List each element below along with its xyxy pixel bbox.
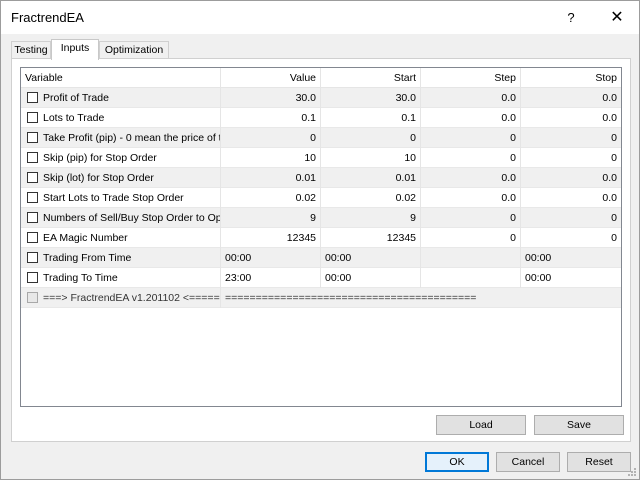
table-row[interactable]: Skip (lot) for Stop Order 0.01 0.01 0.0 … xyxy=(21,168,621,188)
cell-stop[interactable]: 0.0 xyxy=(521,88,621,108)
cell-stop[interactable]: 00:00 xyxy=(521,248,621,268)
table-row[interactable]: Start Lots to Trade Stop Order 0.02 0.02… xyxy=(21,188,621,208)
table-row[interactable]: Trading To Time 23:00 00:00 00:00 xyxy=(21,268,621,288)
cell-stop[interactable]: 00:00 xyxy=(521,268,621,288)
cell-value[interactable]: 12345 xyxy=(221,228,321,248)
close-icon: ✕ xyxy=(610,9,624,26)
cell-stop[interactable]: 0.0 xyxy=(521,188,621,208)
cell-step[interactable]: 0 xyxy=(421,148,521,168)
tab-testing[interactable]: Testing xyxy=(11,41,51,59)
load-button[interactable]: Load xyxy=(436,415,526,435)
cell-variable: Trading From Time xyxy=(21,248,221,268)
cell-stop[interactable]: 0 xyxy=(521,228,621,248)
window-title: FractrendEA xyxy=(11,10,84,25)
table-row[interactable]: Trading From Time 00:00 00:00 00:00 xyxy=(21,248,621,268)
table-row[interactable]: ===> FractrendEA v1.201102 <======... ==… xyxy=(21,288,621,308)
table-row[interactable]: Take Profit (pip) - 0 mean the price of … xyxy=(21,128,621,148)
resize-grip-icon[interactable] xyxy=(627,467,637,477)
cell-variable: Take Profit (pip) - 0 mean the price of … xyxy=(21,128,221,148)
header-step[interactable]: Step xyxy=(421,68,521,88)
cell-variable: Skip (pip) for Stop Order xyxy=(21,148,221,168)
cell-step[interactable]: 0 xyxy=(421,228,521,248)
cell-value[interactable]: 9 xyxy=(221,208,321,228)
cell-variable: ===> FractrendEA v1.201102 <======... xyxy=(21,288,221,308)
cell-variable: Lots to Trade xyxy=(21,108,221,128)
cell-value[interactable]: 23:00 xyxy=(221,268,321,288)
cell-stop[interactable]: 0 xyxy=(521,208,621,228)
cell-variable: Profit of Trade xyxy=(21,88,221,108)
cell-value[interactable]: 0.02 xyxy=(221,188,321,208)
table-row[interactable]: Profit of Trade 30.0 30.0 0.0 0.0 xyxy=(21,88,621,108)
tab-optimization[interactable]: Optimization xyxy=(99,41,169,59)
table-row[interactable]: Skip (pip) for Stop Order 10 10 0 0 xyxy=(21,148,621,168)
cell-start[interactable]: 10 xyxy=(321,148,421,168)
cell-start[interactable]: 30.0 xyxy=(321,88,421,108)
cell-step[interactable]: 0 xyxy=(421,128,521,148)
cell-start[interactable]: 00:00 xyxy=(321,248,421,268)
ok-button[interactable]: OK xyxy=(425,452,489,472)
cell-step[interactable] xyxy=(421,248,521,268)
header-start[interactable]: Start xyxy=(321,68,421,88)
cell-stop[interactable]: 0 xyxy=(521,128,621,148)
cell-value[interactable]: 10 xyxy=(221,148,321,168)
cell-value[interactable]: 0.1 xyxy=(221,108,321,128)
cell-value[interactable]: 0 xyxy=(221,128,321,148)
cell-variable: EA Magic Number xyxy=(21,228,221,248)
header-variable[interactable]: Variable xyxy=(21,68,221,88)
grid-header: Variable Value Start Step Stop xyxy=(21,68,621,88)
close-button[interactable]: ✕ xyxy=(595,1,639,34)
cell-variable: Start Lots to Trade Stop Order xyxy=(21,188,221,208)
dialog-window: FractrendEA ? ✕ Testing Inputs Optimizat… xyxy=(0,0,640,480)
cell-value[interactable]: 30.0 xyxy=(221,88,321,108)
help-button[interactable]: ? xyxy=(549,1,593,34)
reset-button[interactable]: Reset xyxy=(567,452,631,472)
cell-stop[interactable]: 0.0 xyxy=(521,108,621,128)
header-value[interactable]: Value xyxy=(221,68,321,88)
cell-step[interactable]: 0.0 xyxy=(421,188,521,208)
cell-start[interactable]: 9 xyxy=(321,208,421,228)
cell-start[interactable]: 12345 xyxy=(321,228,421,248)
inputs-panel: Variable Value Start Step Stop Profit of… xyxy=(11,58,631,442)
cell-stop[interactable]: 0.0 xyxy=(521,168,621,188)
table-row[interactable]: Numbers of Sell/Buy Stop Order to Open 9… xyxy=(21,208,621,228)
table-row[interactable]: Lots to Trade 0.1 0.1 0.0 0.0 xyxy=(21,108,621,128)
cell-step[interactable]: 0.0 xyxy=(421,88,521,108)
cell-step[interactable] xyxy=(421,268,521,288)
cell-value[interactable]: 00:00 xyxy=(221,248,321,268)
cell-step[interactable]: 0.0 xyxy=(421,168,521,188)
cell-value[interactable]: 0.01 xyxy=(221,168,321,188)
cell-start[interactable]: 00:00 xyxy=(321,268,421,288)
save-button[interactable]: Save xyxy=(534,415,624,435)
cell-variable: Numbers of Sell/Buy Stop Order to Open xyxy=(21,208,221,228)
cell-stop[interactable]: 0 xyxy=(521,148,621,168)
cell-start[interactable]: 0.02 xyxy=(321,188,421,208)
cell-value[interactable]: ========================================… xyxy=(221,288,621,308)
table-row[interactable]: EA Magic Number 12345 12345 0 0 xyxy=(21,228,621,248)
cell-variable: Trading To Time xyxy=(21,268,221,288)
cell-start[interactable]: 0.01 xyxy=(321,168,421,188)
tab-inputs[interactable]: Inputs xyxy=(51,39,99,60)
cell-step[interactable]: 0.0 xyxy=(421,108,521,128)
header-stop[interactable]: Stop xyxy=(521,68,621,88)
cancel-button[interactable]: Cancel xyxy=(496,452,560,472)
title-bar: FractrendEA ? ✕ xyxy=(1,1,639,34)
inputs-grid: Variable Value Start Step Stop Profit of… xyxy=(20,67,622,407)
cell-start[interactable]: 0.1 xyxy=(321,108,421,128)
cell-variable: Skip (lot) for Stop Order xyxy=(21,168,221,188)
cell-start[interactable]: 0 xyxy=(321,128,421,148)
cell-step[interactable]: 0 xyxy=(421,208,521,228)
